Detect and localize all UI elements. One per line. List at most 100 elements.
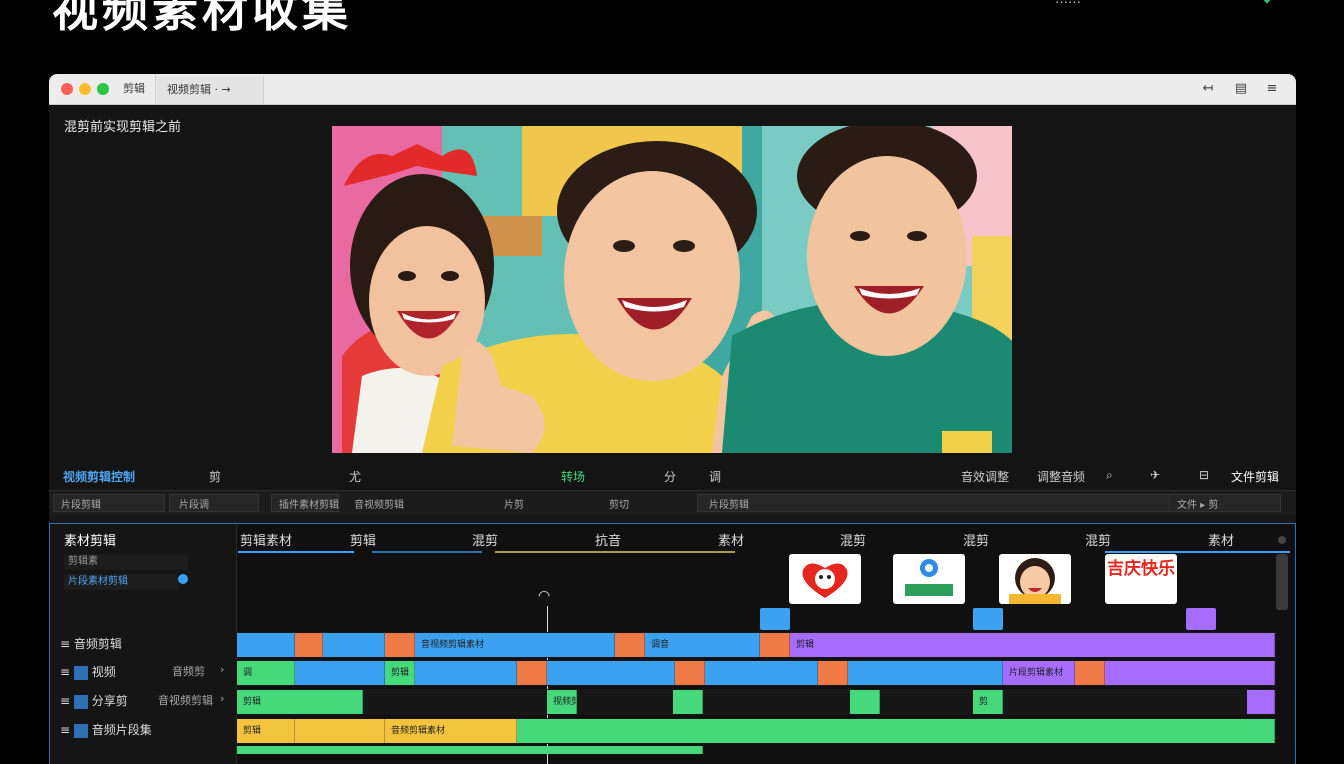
- clip-orange[interactable]: [295, 633, 323, 657]
- horizontal-scrollbar[interactable]: [49, 515, 1296, 523]
- control-file-edit[interactable]: 文件剪辑: [1231, 468, 1279, 485]
- header-underline: [238, 551, 354, 553]
- clip-blue[interactable]: [415, 661, 517, 685]
- control-bar: 视频剪辑控制 剪 尤 转场 分 调 音效调整 调整音频 ⌕ ✈ ⊟ 文件剪辑: [49, 462, 1296, 490]
- track-label-text: 音频片段集: [91, 723, 152, 737]
- clip-blue[interactable]: [848, 661, 1003, 685]
- girl-face-sticker-icon[interactable]: [999, 554, 1071, 604]
- timeline-header: 混剪: [1085, 534, 1112, 549]
- clip-purple[interactable]: [1105, 661, 1275, 685]
- smile-badge-icon[interactable]: [893, 554, 965, 604]
- clip-blue[interactable]: [547, 661, 675, 685]
- clip-orange[interactable]: [760, 633, 790, 657]
- chevron-right-icon[interactable]: ›: [220, 692, 224, 705]
- clip-yellow[interactable]: [295, 719, 385, 743]
- timeline-header: 混剪: [840, 534, 867, 549]
- clip-purple[interactable]: 片段剪辑素材: [1003, 661, 1075, 685]
- clip-yellow[interactable]: 剪辑: [237, 719, 295, 743]
- clip-green[interactable]: [517, 719, 1275, 743]
- track-type-icon: [73, 723, 88, 738]
- greeting-sticker[interactable]: 吉庆快乐: [1105, 554, 1177, 604]
- track-label-text: 视频: [91, 665, 116, 679]
- clip-green[interactable]: [673, 690, 703, 714]
- subbar-label[interactable]: 片段调: [179, 496, 209, 511]
- subbar-label[interactable]: 片段剪辑: [709, 496, 749, 511]
- control-cut[interactable]: 剪: [209, 468, 221, 485]
- control-split[interactable]: 分: [664, 468, 676, 485]
- clip-blue[interactable]: [705, 661, 818, 685]
- control-audio-adjust[interactable]: 调整音频: [1037, 468, 1085, 485]
- control-u[interactable]: 尤: [349, 468, 361, 485]
- clip-orange[interactable]: [1075, 661, 1105, 685]
- tool-icon[interactable]: ✈: [1150, 468, 1160, 482]
- panel-item-active[interactable]: 片段素材剪辑: [64, 574, 178, 590]
- clip-green[interactable]: [237, 746, 703, 754]
- clip-blue[interactable]: 调音: [645, 633, 760, 657]
- clip-blue[interactable]: [237, 633, 295, 657]
- clip-yellow[interactable]: 音频剪辑素材: [385, 719, 517, 743]
- subbar-label[interactable]: 音视频剪辑: [354, 496, 404, 511]
- clip-green[interactable]: 剪: [973, 690, 1003, 714]
- menu-icon[interactable]: ≡: [1263, 80, 1281, 98]
- timeline-header: 混剪: [963, 534, 990, 549]
- subbar-label[interactable]: 插件素材剪辑: [279, 496, 339, 511]
- track-sub-label[interactable]: 音视频剪辑: [158, 692, 213, 708]
- clip-purple[interactable]: [1247, 690, 1275, 714]
- video-preview[interactable]: [332, 126, 1012, 453]
- clip-orange[interactable]: [818, 661, 848, 685]
- tab-edit[interactable]: 剪辑: [113, 74, 156, 104]
- minimize-window-button[interactable]: [79, 83, 91, 95]
- scroll-indicator-icon: [1278, 536, 1286, 544]
- clip-green[interactable]: [850, 690, 880, 714]
- heart-sticker-icon[interactable]: [789, 554, 861, 604]
- share-icon[interactable]: ↤: [1199, 80, 1217, 98]
- timeline-header: 混剪: [472, 534, 499, 549]
- header-underline: [1105, 551, 1290, 553]
- clip-orange[interactable]: [385, 633, 415, 657]
- header-underline: [372, 551, 482, 553]
- panel-item[interactable]: 剪辑素: [64, 554, 188, 570]
- clip-marker[interactable]: [973, 608, 1003, 630]
- control-transition[interactable]: 转场: [561, 468, 585, 485]
- clip-orange[interactable]: [517, 661, 547, 685]
- control-adjust[interactable]: 调: [709, 468, 721, 485]
- track-sub-label[interactable]: 音频剪: [172, 663, 205, 679]
- library-icon[interactable]: ▤: [1232, 80, 1250, 98]
- clip-marker[interactable]: [1186, 608, 1216, 630]
- track-label: ≡ 视频: [60, 665, 116, 680]
- timeline-header: 抗音: [595, 534, 622, 549]
- clip-blue[interactable]: [295, 661, 385, 685]
- add-icon[interactable]: [178, 574, 188, 584]
- track-label-text: 音频剪辑: [73, 637, 122, 651]
- subbar-label[interactable]: 片段剪辑: [61, 496, 101, 511]
- chevron-right-icon[interactable]: ›: [220, 663, 224, 676]
- editor-window: 剪辑 视频剪辑 · → ↤ ▤ ≡ 混剪前实现剪辑之前 视频剪辑控制 剪 尤 转…: [49, 74, 1296, 764]
- clip-green[interactable]: 调: [237, 661, 295, 685]
- clip-blue[interactable]: [323, 633, 385, 657]
- subtitle-icon[interactable]: ⊟: [1199, 468, 1209, 482]
- playhead-wifi-icon: ◠: [538, 588, 551, 604]
- clip-green[interactable]: 视频剪: [547, 690, 577, 714]
- close-window-button[interactable]: [61, 83, 73, 95]
- clip-blue[interactable]: 音视频剪辑素材: [415, 633, 615, 657]
- clip-purple[interactable]: 剪辑: [790, 633, 1275, 657]
- vertical-scrollbar[interactable]: [1276, 554, 1288, 610]
- track-label: ≡ 音频片段集: [60, 723, 152, 738]
- search-icon[interactable]: ⌕: [1106, 468, 1113, 483]
- subbar-label[interactable]: 文件 ▸ 剪: [1177, 496, 1218, 511]
- track-label: ≡ 音频剪辑: [60, 637, 122, 651]
- subbar-label[interactable]: 片剪: [504, 496, 524, 511]
- clip-green[interactable]: 剪辑: [385, 661, 415, 685]
- tab-video-edit[interactable]: 视频剪辑 · →: [157, 76, 264, 104]
- clip-marker[interactable]: [760, 608, 790, 630]
- timeline-header: 素材: [718, 534, 745, 549]
- maximize-window-button[interactable]: [97, 83, 109, 95]
- timeline-header: 素材: [1208, 534, 1235, 549]
- clip-orange[interactable]: [615, 633, 645, 657]
- track-type-icon: [73, 665, 88, 680]
- clip-green[interactable]: 剪辑: [237, 690, 363, 714]
- clip-orange[interactable]: [675, 661, 705, 685]
- control-sound-adjust[interactable]: 音效调整: [961, 468, 1009, 485]
- page-title: 视频素材收集: [52, 0, 352, 37]
- subbar-label[interactable]: 剪切: [609, 496, 629, 511]
